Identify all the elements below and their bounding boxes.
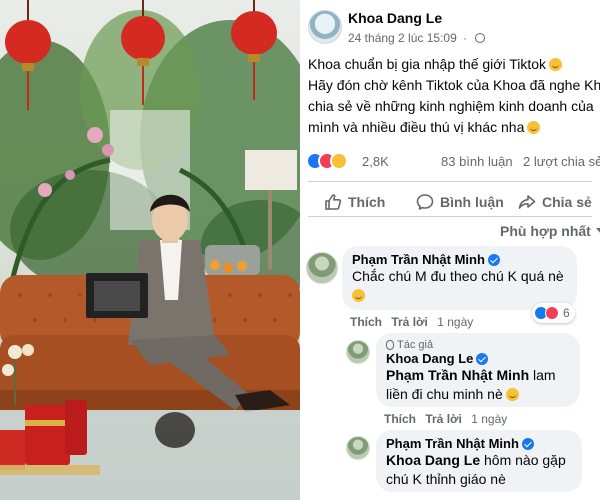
author-name[interactable]: Khoa Dang Le — [348, 10, 442, 26]
share-button-label: Chia sẻ — [542, 194, 592, 210]
comment-button-label: Bình luận — [440, 194, 504, 210]
smile-emoji-icon — [527, 121, 541, 134]
author-tag: Tác giả — [386, 339, 570, 351]
reply-author-name[interactable]: Phạm Trần Nhật Minh — [386, 436, 572, 451]
like-button[interactable]: Thích — [324, 190, 385, 214]
post-stats: 2,8K 83 bình luận 2 lượt chia sẻ — [300, 150, 600, 174]
caret-down-icon — [595, 228, 600, 234]
post-text-line: mình và nhiều điều thú vị khác nha — [308, 117, 600, 138]
meta-separator: · — [463, 31, 468, 45]
comment-count[interactable]: 83 bình luận — [441, 154, 513, 169]
comment-time[interactable]: 1 ngày — [437, 315, 473, 329]
reply-reply-link[interactable]: Trả lời — [425, 412, 462, 426]
smile-emoji-icon — [505, 388, 519, 401]
mention-link[interactable]: Khoa Dang Le — [386, 452, 480, 468]
author-badge-icon — [386, 340, 394, 350]
like-button-label: Thích — [348, 194, 386, 210]
reply-bubble: Tác giả Khoa Dang Le Phạm Trần Nhật Minh… — [376, 333, 580, 407]
post-panel: Khoa Dang Le 24 tháng 2 lúc 15:09 · Khoa… — [300, 0, 600, 500]
globe-icon — [475, 33, 486, 43]
comment-bubble: Phạm Trần Nhật Minh Chắc chú M đu theo c… — [342, 246, 577, 310]
divider — [308, 216, 592, 217]
thumbs-up-icon — [325, 194, 342, 210]
comment-bubble-icon — [416, 194, 434, 210]
post-meta: 24 tháng 2 lúc 15:09 · — [348, 31, 486, 45]
comment-reactions[interactable]: 6 — [532, 303, 575, 323]
share-arrow-icon — [518, 195, 536, 209]
reply-time[interactable]: 1 ngày — [471, 412, 507, 426]
post-text: Khoa chuẩn bị gia nhập thế giới Tiktok H… — [308, 54, 600, 138]
reply-like-link[interactable]: Thích — [384, 412, 416, 426]
reply-author-name[interactable]: Khoa Dang Le — [386, 351, 570, 366]
post-header: Khoa Dang Le 24 tháng 2 lúc 15:09 · — [300, 0, 600, 50]
comment-reply-link[interactable]: Trả lời — [391, 315, 428, 329]
commenter-name[interactable]: Phạm Trần Nhật Minh — [352, 252, 567, 267]
post-text-line: chia sẻ về những kinh nghiệm kinh doanh … — [308, 98, 594, 114]
reply-text: Phạm Trần Nhật Minh lam liền đi chu minh … — [386, 367, 556, 402]
reply-author-avatar[interactable] — [346, 436, 370, 460]
verified-badge-icon — [476, 353, 489, 365]
post-photo[interactable] — [0, 0, 300, 500]
verified-badge-icon — [521, 438, 534, 450]
reply-meta: Thích Trả lời 1 ngày — [384, 412, 507, 426]
comment-reaction-count: 6 — [563, 306, 570, 320]
sort-label: Phù hợp nhất — [500, 223, 591, 239]
comment-sort-dropdown[interactable]: Phù hợp nhất — [500, 223, 600, 239]
smile-emoji-icon — [549, 58, 563, 71]
divider — [308, 181, 592, 182]
comment-meta: Thích Trả lời 1 ngày — [350, 315, 473, 329]
post-timestamp[interactable]: 24 tháng 2 lúc 15:09 — [348, 31, 457, 45]
share-count[interactable]: 2 lượt chia sẻ — [523, 154, 600, 169]
grin-emoji-icon — [352, 289, 365, 302]
post-text-line: Hãy đón chờ kênh Tiktok của Khoa đã nghe… — [308, 77, 600, 93]
comment-like-link[interactable]: Thích — [350, 315, 382, 329]
post-text-line: Khoa chuẩn bị gia nhập thế giới Tiktok — [308, 54, 600, 75]
commenter-avatar[interactable] — [306, 252, 338, 284]
verified-badge-icon — [487, 254, 500, 266]
mention-link[interactable]: Phạm Trần Nhật Minh — [386, 367, 529, 383]
reply-author-avatar[interactable] — [346, 340, 370, 364]
author-avatar[interactable] — [308, 10, 342, 44]
post-actions: Thích Bình luận Chia sẻ — [300, 186, 600, 216]
photo-scene — [0, 0, 300, 500]
comment-button[interactable]: Bình luận — [416, 190, 504, 214]
love-reaction-icon — [545, 306, 559, 320]
comment-text: Chắc chú M đu theo chú K quá nè — [352, 267, 567, 305]
reaction-count[interactable]: 2,8K — [362, 154, 389, 169]
reply-text: Khoa Dang Le hôm nào gặp chú K thỉnh giáo… — [386, 452, 566, 487]
reaction-icons[interactable] — [306, 152, 358, 172]
share-button[interactable]: Chia sẻ — [518, 190, 592, 214]
reply-bubble: Phạm Trần Nhật Minh Khoa Dang Le hôm nào… — [376, 430, 582, 492]
care-reaction-icon — [330, 152, 348, 170]
